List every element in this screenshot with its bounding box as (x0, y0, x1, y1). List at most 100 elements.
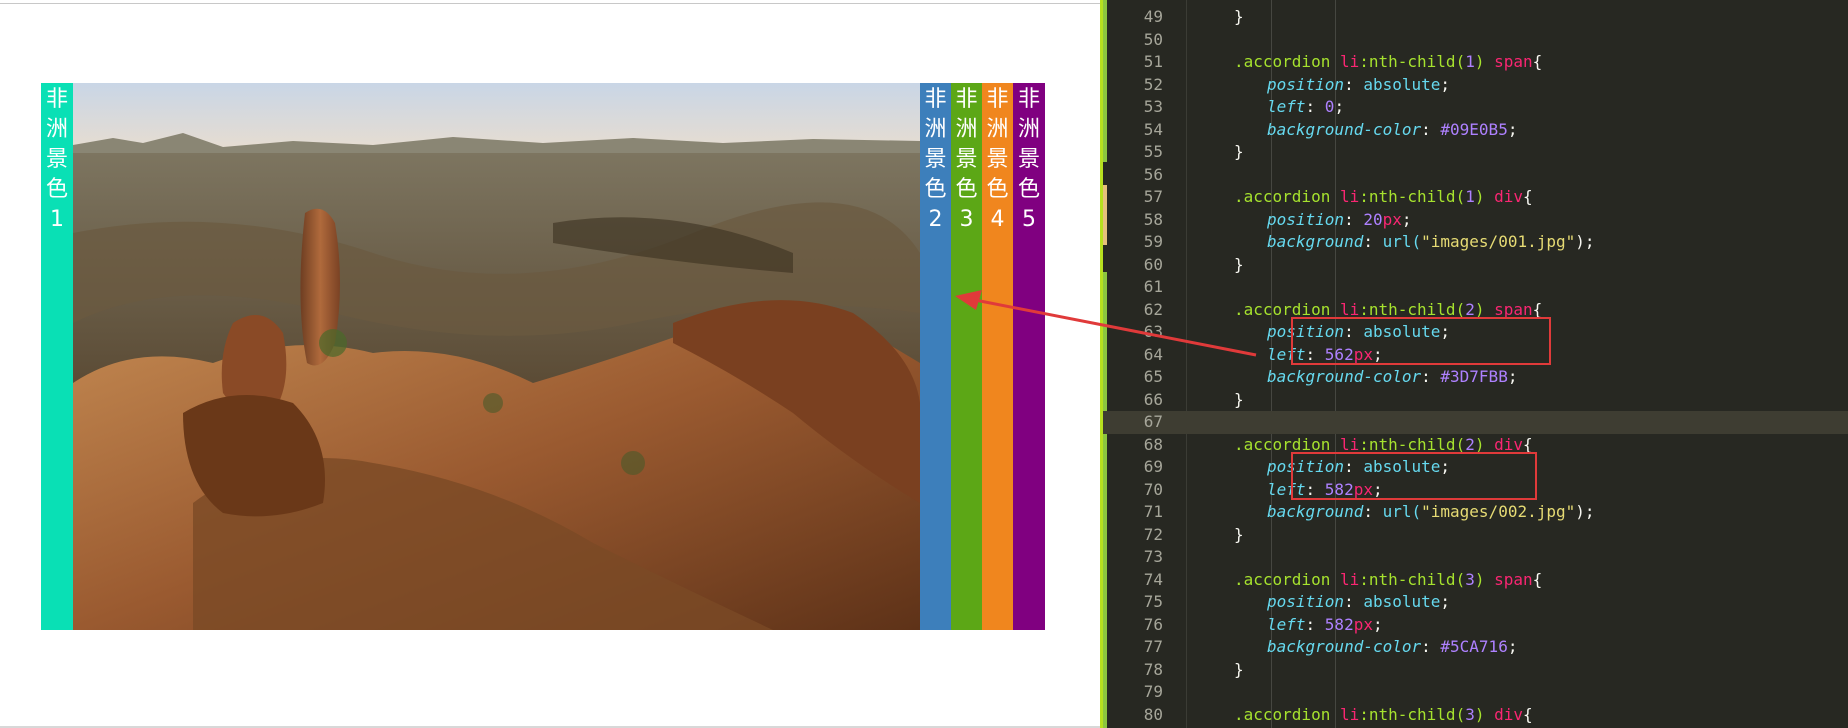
accordion-tab-4[interactable]: 非 洲 景 色 4 (982, 83, 1013, 630)
line-number: 56 (1143, 164, 1163, 184)
tab-char: 色 (45, 177, 68, 202)
code-token: ; (1372, 614, 1383, 634)
code-text: } (1234, 254, 1244, 277)
line-number: 50 (1143, 29, 1163, 49)
code-token: : (1363, 232, 1383, 251)
tab-char: 1 (50, 207, 64, 232)
code-text: position: absolute; (1267, 74, 1450, 97)
code-token: ; (1584, 232, 1595, 251)
code-line[interactable]: 61 (1103, 276, 1848, 299)
code-token: li (1339, 434, 1360, 454)
code-token: ; (1401, 209, 1412, 229)
code-token: 582 (1324, 614, 1354, 634)
code-token: ; (1440, 592, 1451, 611)
line-number: 71 (1143, 502, 1163, 521)
line-number: 64 (1143, 344, 1163, 364)
code-text: .accordion li:nth-child(1) span{ (1234, 51, 1542, 74)
tab-char: 景 (924, 147, 947, 172)
code-line[interactable]: 52 position: absolute; (1103, 74, 1848, 97)
code-line[interactable]: 67 (1103, 411, 1848, 434)
accordion: 非 洲 景 色 1 非 洲 景 色 2 非 洲 景 色 3 非 洲 景 色 4 … (41, 83, 1045, 630)
code-line[interactable]: 77 background-color: #5CA716; (1103, 636, 1848, 659)
code-line[interactable]: 58 position: 20px; (1103, 209, 1848, 232)
code-token: ) (1474, 704, 1495, 724)
code-token: ; (1334, 97, 1345, 116)
code-line[interactable]: 65 background-color: #3D7FBB; (1103, 366, 1848, 389)
code-text: background: url("images/001.jpg"); (1267, 231, 1595, 254)
code-token: } (1234, 659, 1244, 679)
tab-char: 洲 (986, 117, 1009, 142)
line-number: 59 (1143, 232, 1163, 251)
line-number: 77 (1143, 637, 1163, 656)
tab-char: 色 (955, 177, 978, 202)
code-text: } (1234, 6, 1244, 29)
africa-landscape-image (73, 83, 920, 630)
tab-char: 洲 (45, 117, 68, 142)
code-token: background-color (1267, 637, 1422, 656)
code-line[interactable]: 74 .accordion li:nth-child(3) span{ (1103, 569, 1848, 592)
code-line[interactable]: 78} (1103, 659, 1848, 682)
code-token: :nth-child( (1359, 569, 1466, 589)
code-line[interactable]: 59 background: url("images/001.jpg"); (1103, 231, 1848, 254)
code-line[interactable]: 49} (1103, 6, 1848, 29)
line-number: 80 (1143, 704, 1163, 724)
code-line[interactable]: 57 .accordion li:nth-child(1) div{ (1103, 186, 1848, 209)
accordion-tab-2[interactable]: 非 洲 景 色 2 (920, 83, 951, 630)
code-line[interactable]: 80 .accordion li:nth-child(3) div{ (1103, 704, 1848, 727)
code-line[interactable]: 56 (1103, 164, 1848, 187)
line-number: 57 (1143, 187, 1163, 206)
code-line[interactable]: 54 background-color: #09E0B5; (1103, 119, 1848, 142)
line-number: 55 (1143, 142, 1163, 161)
code-line[interactable]: 72} (1103, 524, 1848, 547)
accordion-tab-3[interactable]: 非 洲 景 色 3 (951, 83, 982, 630)
code-line[interactable]: 51 .accordion li:nth-child(1) span{ (1103, 51, 1848, 74)
tab-char: 景 (45, 147, 68, 172)
code-text: .accordion li:nth-child(3) span{ (1234, 569, 1542, 592)
line-number: 69 (1143, 457, 1163, 476)
code-text: background-color: #3D7FBB; (1267, 366, 1517, 389)
code-line[interactable]: 50 (1103, 29, 1848, 52)
tab-char: 洲 (1017, 117, 1040, 142)
line-number: 79 (1143, 682, 1163, 701)
code-line[interactable]: 53 left: 0; (1103, 96, 1848, 119)
code-token: left (1267, 614, 1306, 634)
code-token: div (1494, 704, 1524, 724)
code-line[interactable]: 76 left: 582px; (1103, 614, 1848, 637)
tab-char: 5 (1022, 207, 1036, 232)
code-token: span (1494, 569, 1533, 589)
tab-char: 非 (1017, 87, 1040, 112)
code-token: ; (1440, 74, 1451, 94)
code-line[interactable]: 73 (1103, 546, 1848, 569)
tab-char: 非 (986, 87, 1009, 112)
code-text: } (1234, 524, 1244, 547)
code-token: :nth-child( (1359, 434, 1466, 454)
code-token: { (1523, 704, 1533, 724)
code-token: url( (1382, 502, 1422, 521)
code-line[interactable]: 75 position: absolute; (1103, 591, 1848, 614)
accordion-tab-1[interactable]: 非 洲 景 色 1 (41, 83, 73, 630)
code-line[interactable]: 55} (1103, 141, 1848, 164)
code-token: 1 (1465, 52, 1475, 71)
code-token: ) (1474, 434, 1495, 454)
code-token: url( (1382, 232, 1422, 251)
tab-char: 3 (959, 207, 974, 232)
line-number: 60 (1143, 254, 1163, 274)
code-token: 1 (1465, 187, 1475, 206)
code-token: ; (1507, 367, 1518, 386)
code-line[interactable]: 66} (1103, 389, 1848, 412)
code-line[interactable]: 60} (1103, 254, 1848, 277)
code-line[interactable]: 71 background: url("images/002.jpg"); (1103, 501, 1848, 524)
line-number: 78 (1143, 659, 1163, 679)
tab-char: 4 (990, 207, 1005, 232)
tab-char: 色 (1017, 177, 1040, 202)
code-token: } (1234, 7, 1244, 26)
browser-top-border (0, 3, 1100, 4)
code-token: 2 (1465, 434, 1475, 454)
code-token: ) (1474, 187, 1495, 206)
code-text: background: url("images/002.jpg"); (1267, 501, 1595, 524)
code-token: { (1523, 187, 1533, 206)
code-token: : (1421, 119, 1441, 139)
accordion-tab-5[interactable]: 非 洲 景 色 5 (1013, 83, 1045, 630)
code-editor[interactable]: 49} 50 51 .accordion li:nth-child(1) span{5… (1103, 0, 1848, 728)
code-line[interactable]: 79 (1103, 681, 1848, 704)
